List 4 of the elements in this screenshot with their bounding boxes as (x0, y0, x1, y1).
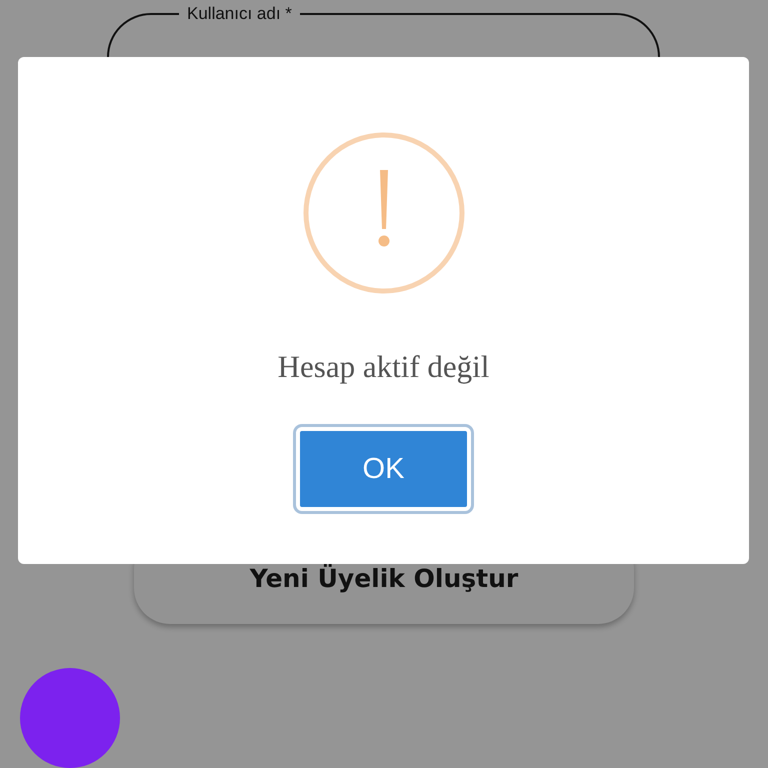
warning-icon (302, 132, 464, 294)
field-label: Kullanıcı adı * (187, 4, 292, 23)
alert-message: Hesap aktif değil (278, 349, 490, 385)
ok-button[interactable]: OK (296, 427, 471, 511)
